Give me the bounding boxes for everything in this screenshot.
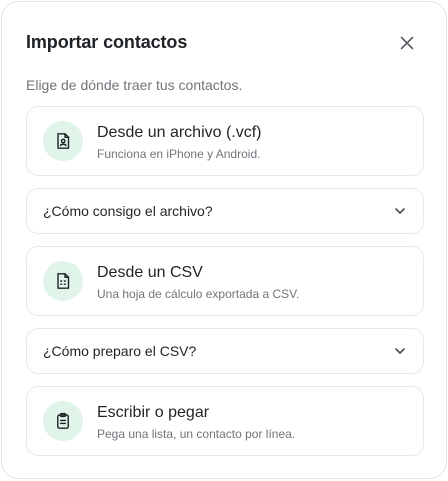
option-description: Funciona en iPhone y Android. [97,147,261,161]
option-title: Escribir o pegar [97,404,210,421]
option-vcf-file[interactable]: Desde un archivo (.vcf) Funciona en iPho… [26,106,424,176]
option-icon-badge [43,121,83,161]
option-icon-badge [43,401,83,441]
clipboard-icon [57,412,69,429]
chevron-down-icon [395,348,405,354]
close-icon [400,36,414,50]
accordion-label: ¿Cómo preparo el CSV? [43,343,197,359]
option-description: Pega una lista, un contacto por línea. [97,427,296,441]
close-button[interactable] [396,32,418,54]
contact-file-icon [57,133,70,149]
option-title: Desde un archivo (.vcf) [97,124,262,141]
spreadsheet-file-icon [57,273,70,289]
accordion-prepare-csv[interactable]: ¿Cómo preparo el CSV? [26,328,424,374]
accordion-get-file[interactable]: ¿Cómo consigo el archivo? [26,188,424,234]
dialog-subtitle: Elige de dónde traer tus contactos. [26,77,243,93]
chevron-down-icon [395,208,405,214]
option-csv-file[interactable]: Desde un CSV Una hoja de cálculo exporta… [26,246,424,316]
option-description: Una hoja de cálculo exportada a CSV. [97,287,300,301]
option-icon-badge [43,261,83,301]
option-write-or-paste[interactable]: Escribir o pegar Pega una lista, un cont… [26,386,424,456]
accordion-label: ¿Cómo consigo el archivo? [43,203,213,219]
dialog-title: Importar contactos [26,32,188,52]
import-contacts-dialog: Importar contactos Elige de dónde traer … [1,1,447,479]
option-title: Desde un CSV [97,264,203,281]
